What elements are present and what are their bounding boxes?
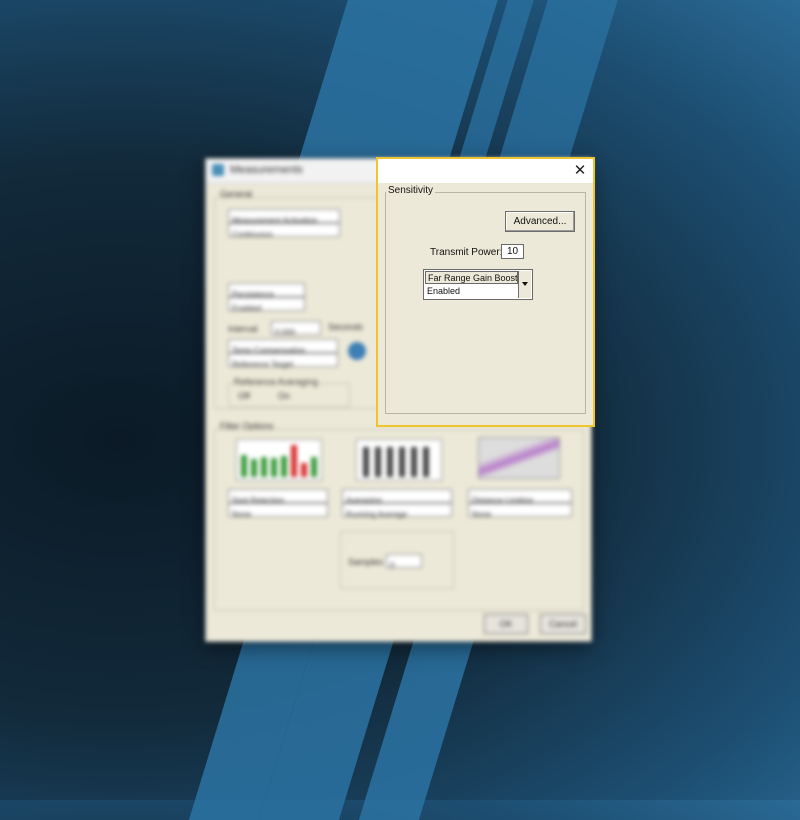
temp-compensation-select[interactable]: Reference Target [228,353,338,369]
spot-rejection-graphic [236,439,322,481]
averaging-label-box: Averaging [342,489,452,505]
spot-rejection-select[interactable]: None [228,503,328,519]
window-title: Measurements [230,164,303,176]
temp-compensation-label-box: Temp Compensation [228,339,338,355]
interval-label: Interval [228,324,258,334]
far-range-gain-boost-label: Far Range Gain Boost: [425,271,518,284]
interval-unit: Seconds [328,322,364,332]
distance-limiting-graphic [478,437,560,479]
reference-averaging-on-radio[interactable]: On [278,391,290,401]
reference-averaging-off-radio[interactable]: Off [238,391,250,401]
advanced-button[interactable]: Advanced... [505,211,575,232]
cancel-button[interactable]: Cancel [540,614,586,634]
app-icon [212,164,224,176]
far-range-gain-boost-value: Enabled [427,286,461,296]
samples-input[interactable]: 0 [386,554,422,570]
dialog-titlebar: ✕ [378,159,593,183]
spot-rejection-label-box: Spot Rejection [228,489,328,505]
transmit-power-input[interactable] [501,244,524,259]
persistence-label-box: Persistence [228,283,305,299]
transmit-power-label: Transmit Power: [430,247,503,258]
distance-limiting-select[interactable]: None [468,503,572,519]
sensitivity-group-title: Sensitivity [386,185,436,196]
measurement-activation-label-box: Measurement Activation [228,209,340,225]
distance-limiting-label-box: Distance Limiting [468,489,572,505]
averaging-select[interactable]: Running Average [342,503,452,519]
samples-label: Samples [348,557,384,567]
far-range-gain-boost-select[interactable]: Far Range Gain Boost: Enabled [423,269,533,300]
persistence-select[interactable]: Enabled [228,297,305,313]
sensitivity-dialog: ✕ Sensitivity Advanced... Transmit Power… [376,157,595,427]
ok-button[interactable]: OK [484,614,528,634]
averaging-graphic [356,439,442,481]
close-button[interactable]: ✕ [571,162,589,180]
interval-input[interactable]: 0.000 [271,321,321,337]
measurement-activation-select[interactable]: Continuous [228,223,340,239]
chevron-down-icon[interactable] [518,271,531,298]
info-icon [348,342,366,360]
